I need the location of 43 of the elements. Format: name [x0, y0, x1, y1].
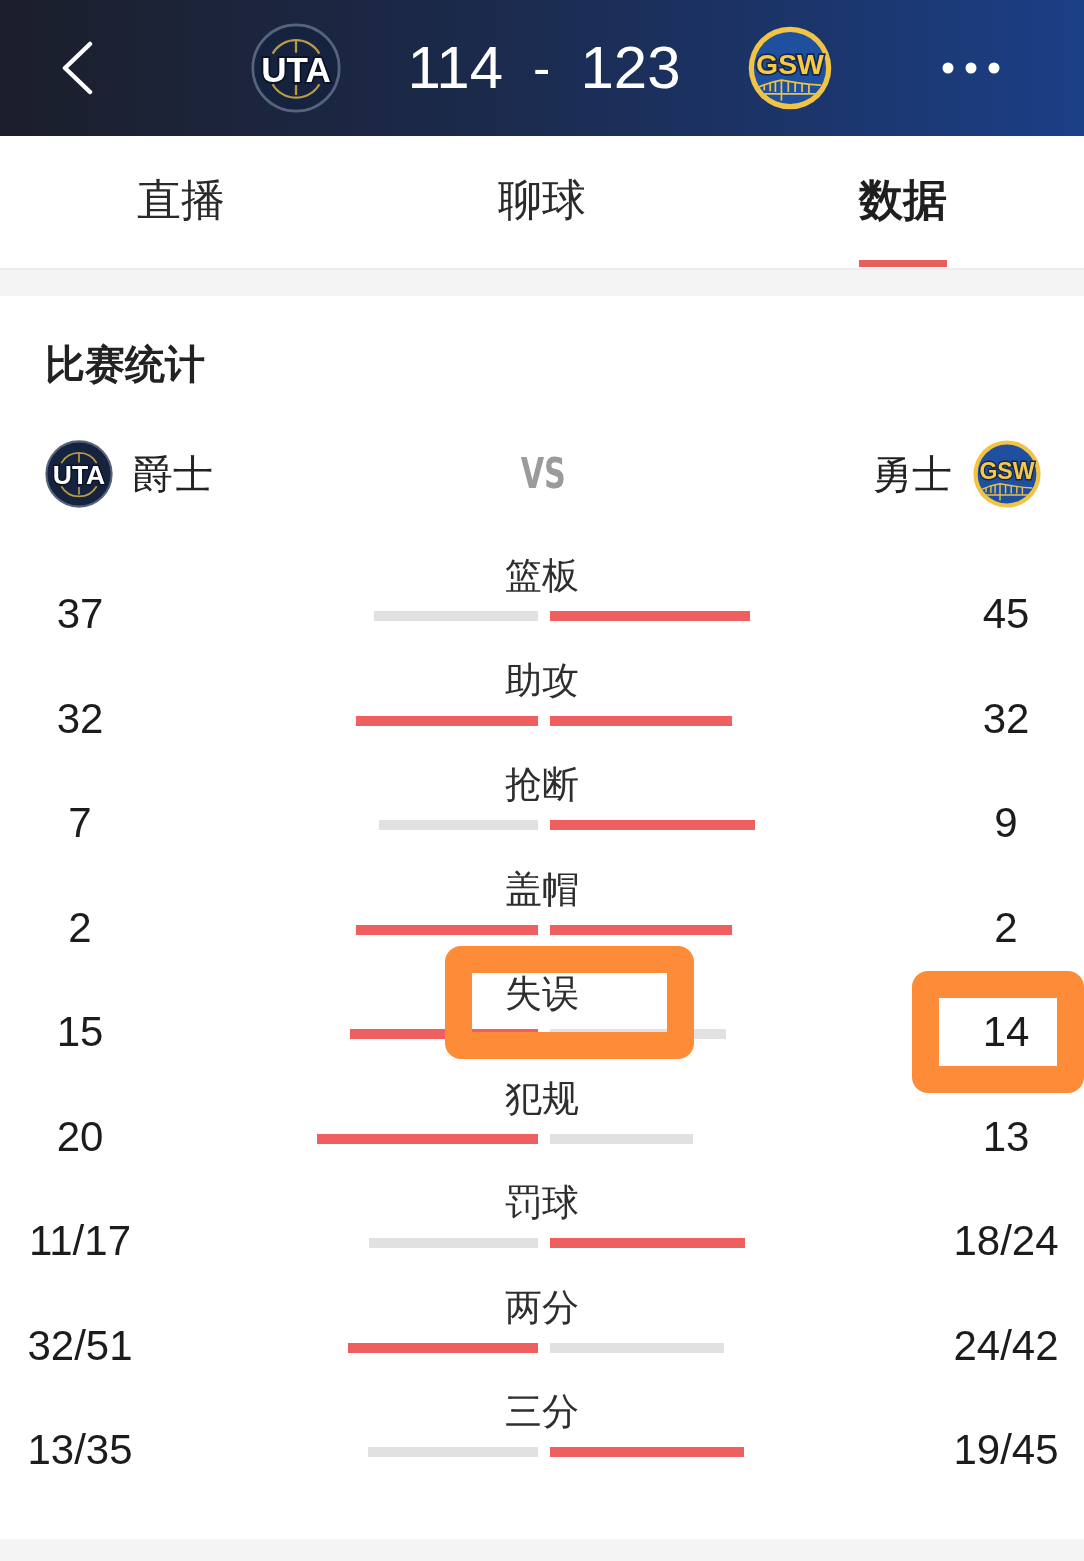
tab[interactable]: 数据 [859, 136, 948, 268]
versus-label: VS [520, 450, 567, 498]
stat-label: 三分 [505, 1392, 579, 1432]
section-title: 比赛统计 [45, 341, 205, 388]
chevron-left-icon [61, 41, 93, 95]
away-value: 9 [994, 801, 1018, 845]
away-value: 18/24 [953, 1219, 1059, 1263]
stat-label: 犯规 [505, 1078, 579, 1119]
home-value: 13/35 [27, 1428, 133, 1472]
stat-label: 两分 [505, 1287, 579, 1328]
away-value: 2 [994, 905, 1018, 950]
home-value: 20 [56, 1114, 104, 1159]
away-value: 13 [982, 1114, 1030, 1159]
home-value: 37 [56, 592, 104, 636]
score-separator: - [533, 42, 551, 94]
home-value: 32/51 [27, 1323, 133, 1368]
stat-label: 失误 [505, 974, 579, 1014]
home-value: 11/17 [29, 1219, 131, 1263]
home-value: 2 [68, 905, 92, 950]
team-name: 爵士 [133, 451, 213, 498]
stat-label: 罚球 [505, 1183, 579, 1223]
away-value: 45 [982, 592, 1030, 636]
team-logo: GSW [972, 439, 1042, 509]
home-value: 15 [56, 1010, 104, 1054]
away-value: 24/42 [953, 1323, 1059, 1368]
tab[interactable]: 聊球 [498, 136, 586, 268]
stat-label: 助攻 [505, 660, 579, 701]
away-score: 123 [580, 38, 681, 98]
stat-label: 盖帽 [505, 869, 579, 910]
team-logo: UTA [45, 440, 113, 508]
team-logo: GSW [746, 25, 833, 111]
away-value: 32 [982, 696, 1030, 741]
home-value: 32 [56, 696, 104, 741]
away-value: 14 [982, 1010, 1030, 1054]
home-value: 7 [68, 801, 92, 845]
team-logo: UTA [251, 23, 342, 113]
stat-label: 抢断 [505, 765, 579, 805]
tab[interactable]: 直播 [136, 136, 225, 268]
home-score: 114 [407, 38, 504, 98]
away-value: 19/45 [953, 1428, 1059, 1472]
stat-label: 篮板 [505, 556, 579, 596]
team-name: 勇士 [872, 451, 952, 498]
more-icon [942, 62, 1000, 74]
